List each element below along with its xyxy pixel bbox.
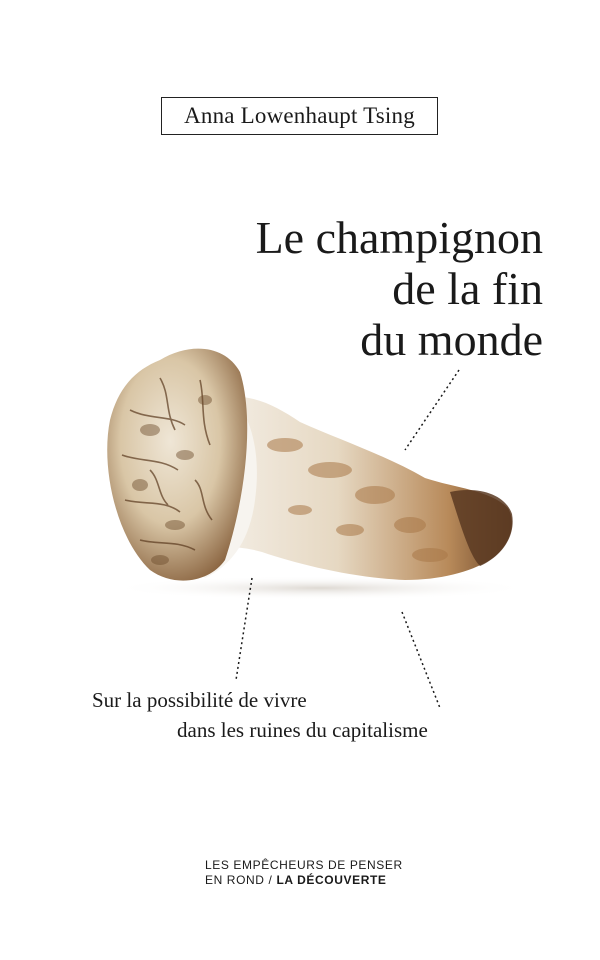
mushroom-cap: [107, 348, 248, 581]
publisher-separator: /: [268, 873, 273, 887]
publisher-collection: EN ROND: [205, 873, 265, 887]
book-cover: Anna Lowenhaupt Tsing Le champignon de l…: [0, 0, 600, 960]
subtitle-line-2: dans les ruines du capitalisme: [177, 718, 428, 742]
publisher-name: LA DÉCOUVERTE: [276, 873, 387, 887]
subtitle-line-1: Sur la possibilité de vivre: [92, 688, 307, 712]
mushroom-illustration: [107, 348, 530, 709]
publisher-line-2: EN ROND / LA DÉCOUVERTE: [205, 873, 403, 888]
pointer-line-title: [404, 369, 460, 451]
publisher-imprint: LES EMPÊCHEURS DE PENSER EN ROND / LA DÉCO…: [205, 858, 403, 888]
publisher-line-1: LES EMPÊCHEURS DE PENSER: [205, 858, 403, 872]
pointer-line-subtitle-right: [401, 611, 441, 709]
